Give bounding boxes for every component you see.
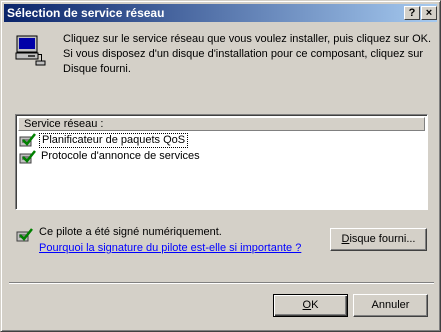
service-list-header[interactable]: Service réseau : xyxy=(18,117,425,131)
intro-line: Si vous disposez d'un disque d'installat… xyxy=(63,48,424,60)
help-icon: ? xyxy=(408,7,416,19)
signature-status-text: Ce pilote a été signé numériquement. xyxy=(39,226,222,238)
network-service-icon xyxy=(19,133,36,147)
intro-line: Disque fourni. xyxy=(63,63,131,75)
list-item-label: Protocole d'annonce de services xyxy=(41,150,200,162)
service-list-header-label: Service réseau : xyxy=(24,118,104,130)
ok-label: K xyxy=(311,299,319,311)
intro-line: Cliquez sur le service réseau que vous v… xyxy=(63,33,432,45)
have-disk-label: isque fourni... xyxy=(349,233,416,245)
close-button[interactable]: × xyxy=(421,6,437,20)
cancel-button[interactable]: Annuler xyxy=(353,294,428,317)
have-disk-button[interactable]: Disque fourni... xyxy=(330,228,427,251)
title-bar[interactable]: Sélection de service réseau ? × xyxy=(4,4,437,22)
window-title: Sélection de service réseau xyxy=(7,6,165,20)
signature-info-link[interactable]: Pourquoi la signature du pilote est-elle… xyxy=(39,242,301,254)
service-list[interactable]: Service réseau : Planificateur de paquet… xyxy=(15,114,428,210)
dialog-window: Sélection de service réseau ? × Cliquez … xyxy=(0,0,441,332)
network-service-icon xyxy=(19,150,36,164)
ok-button[interactable]: OK xyxy=(273,294,348,317)
list-item-label: Planificateur de paquets QoS xyxy=(39,133,189,148)
signed-driver-icon xyxy=(16,228,33,242)
close-icon: × xyxy=(425,7,433,19)
ok-mnemonic: O xyxy=(302,299,312,311)
network-computer-icon xyxy=(15,35,46,66)
help-button[interactable]: ? xyxy=(404,6,420,20)
divider xyxy=(9,282,434,284)
cancel-label: Annuler xyxy=(371,299,410,311)
intro-text: Cliquez sur le service réseau que vous v… xyxy=(63,32,432,77)
